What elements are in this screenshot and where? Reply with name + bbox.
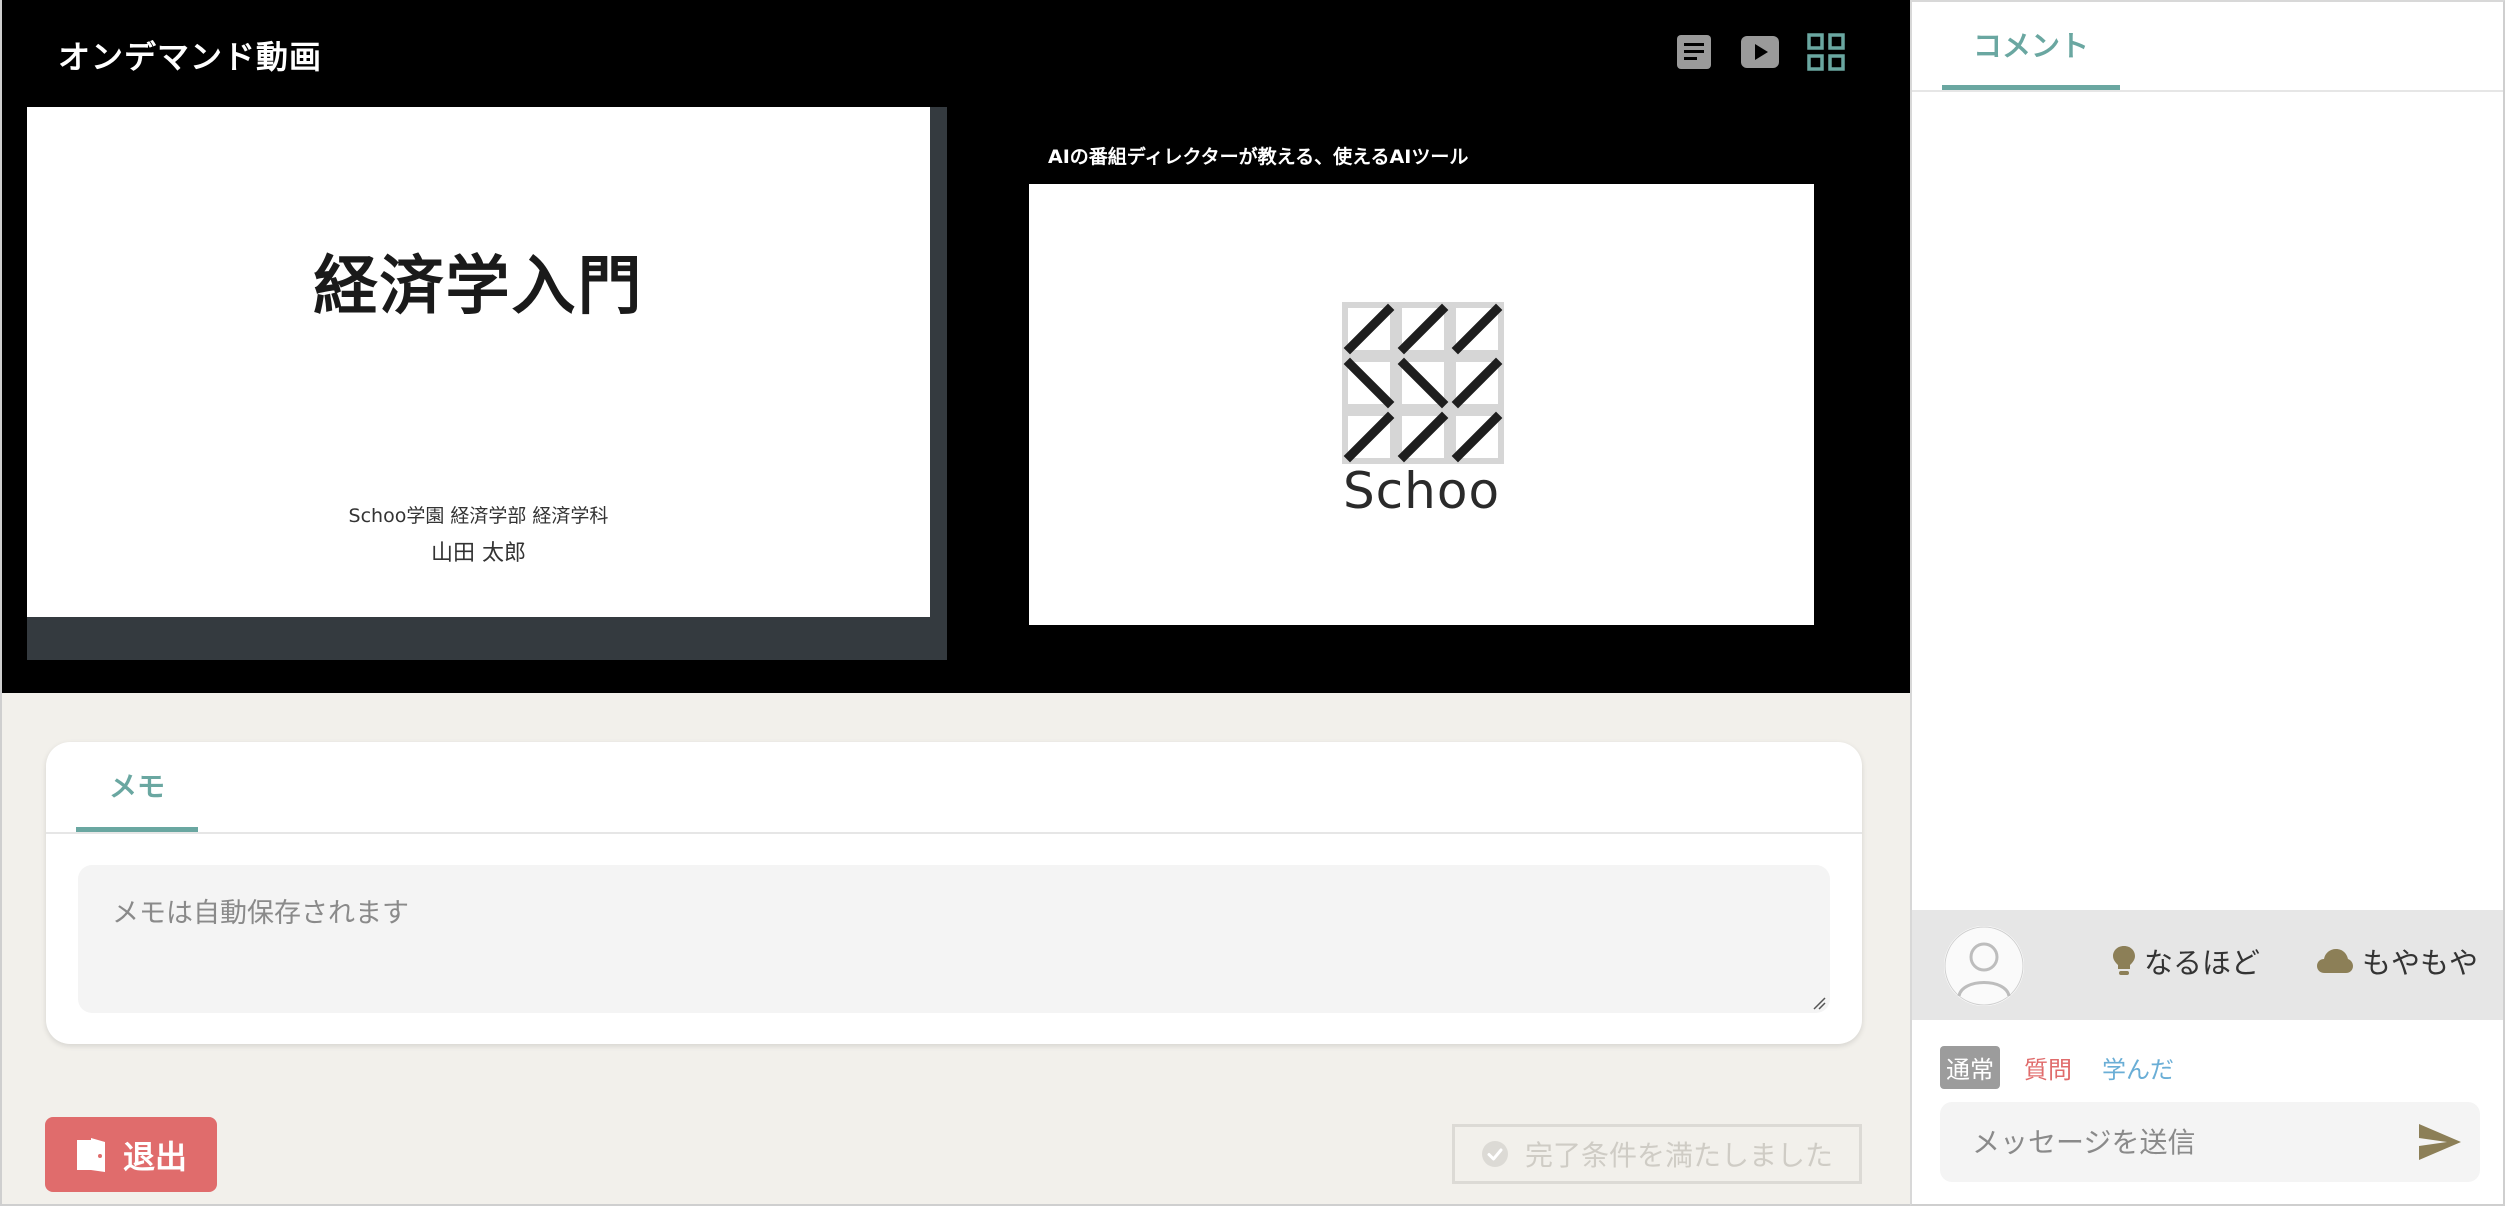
memo-input[interactable] bbox=[78, 865, 1830, 1013]
video-view-icon[interactable] bbox=[1740, 32, 1780, 72]
completion-label: 完了条件を満たしました bbox=[1524, 1139, 1833, 1172]
exit-label: 退出 bbox=[122, 1137, 187, 1176]
comment-type-question[interactable]: 質問 bbox=[2018, 1046, 2078, 1089]
divider bbox=[46, 832, 1862, 834]
comment-type-learned[interactable]: 学んだ bbox=[2096, 1046, 2180, 1089]
slide-title: 経済学入門 bbox=[313, 250, 644, 324]
check-circle-icon bbox=[1481, 1141, 1508, 1167]
moyamoya-label: もやもや bbox=[2362, 946, 2479, 980]
tab-memo[interactable]: メモ bbox=[76, 742, 198, 832]
memo-card: メモ bbox=[46, 742, 1862, 1044]
slide-panel[interactable]: 経済学入門 Schoo学園 経済学部 経済学科 山田 太郎 bbox=[27, 107, 947, 660]
moyamoya-button[interactable]: もやもや bbox=[2316, 940, 2478, 982]
view-switcher bbox=[1674, 30, 1846, 74]
lightbulb-icon bbox=[2113, 946, 2135, 975]
message-input[interactable] bbox=[1940, 1102, 2400, 1182]
send-icon bbox=[2419, 1124, 2461, 1160]
schoo-logo-text: Schoo bbox=[1342, 462, 1501, 520]
divider bbox=[1912, 90, 2503, 92]
naruhodo-button[interactable]: なるほど bbox=[2112, 940, 2260, 982]
document-view-icon[interactable] bbox=[1674, 32, 1714, 72]
comment-type-tabs: 通常 質問 学んだ bbox=[1940, 1046, 2180, 1089]
naruhodo-label: なるほど bbox=[2144, 946, 2261, 980]
exit-button[interactable]: 退出 bbox=[45, 1117, 217, 1192]
resize-handle-icon[interactable] bbox=[1812, 996, 1826, 1010]
comment-type-normal[interactable]: 通常 bbox=[1940, 1046, 2000, 1089]
tab-comment[interactable]: コメント bbox=[1942, 2, 2120, 90]
message-box bbox=[1940, 1102, 2480, 1182]
slide-affiliation: Schoo学園 経済学部 経済学科 bbox=[348, 505, 609, 527]
door-icon bbox=[76, 1137, 105, 1172]
video-player[interactable]: Schoo bbox=[1029, 184, 1814, 625]
player-area: オンデマンド動画 経済学入門 Schoo学園 経済学部 経済学科 山田 太郎 A… bbox=[2, 0, 1912, 693]
slide-author: 山田 太郎 bbox=[431, 541, 526, 566]
grid-view-icon[interactable] bbox=[1806, 32, 1846, 72]
comment-panel: コメント なるほど もやもや 通常 質問 学んだ bbox=[1910, 0, 2505, 1206]
video-title: AIの番組ディレクターが教える、使えるAIツール bbox=[1048, 146, 1469, 168]
avatar bbox=[1944, 926, 2024, 1006]
page-title: オンデマンド動画 bbox=[58, 38, 323, 76]
send-button[interactable] bbox=[2414, 1120, 2466, 1164]
user-icon bbox=[1944, 926, 2024, 1006]
cloud-icon bbox=[2317, 949, 2353, 973]
slide: 経済学入門 Schoo学園 経済学部 経済学科 山田 太郎 bbox=[27, 107, 930, 617]
main-panel: オンデマンド動画 経済学入門 Schoo学園 経済学部 経済学科 山田 太郎 A… bbox=[0, 0, 1912, 1206]
completion-status-button: 完了条件を満たしました bbox=[1452, 1124, 1862, 1184]
schoo-logo-icon bbox=[1342, 302, 1504, 464]
reaction-bar: なるほど もやもや bbox=[1912, 910, 2503, 1020]
